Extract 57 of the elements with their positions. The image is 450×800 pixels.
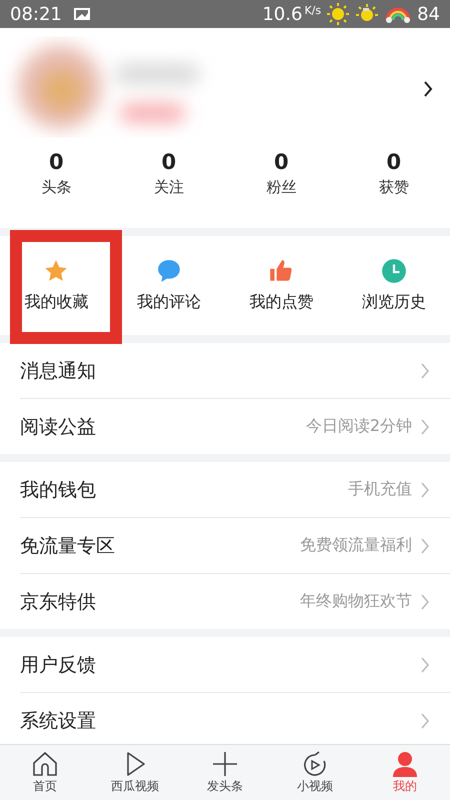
chevron-right-icon bbox=[420, 656, 430, 674]
chevron-right-icon bbox=[420, 362, 430, 380]
menu-row[interactable]: 阅读公益 今日阅读2分钟 bbox=[20, 399, 450, 454]
chevron-right-icon bbox=[420, 592, 430, 610]
menu-row[interactable]: 免流量专区 免费领流量福利 bbox=[20, 518, 450, 574]
menu-detail: 今日阅读2分钟 bbox=[306, 416, 412, 437]
battery-level: 84 bbox=[417, 4, 440, 24]
sun-icon bbox=[326, 3, 350, 25]
chevron-right-icon bbox=[420, 480, 430, 498]
menu-detail: 免费领流量福利 bbox=[300, 535, 412, 556]
menu-row[interactable]: 我的钱包 手机充值 bbox=[20, 462, 450, 518]
menu-label: 我的钱包 bbox=[20, 478, 96, 502]
shortcut-item[interactable]: 我的收藏 bbox=[0, 236, 112, 335]
shortcut-item[interactable]: 我的评论 bbox=[112, 236, 225, 335]
menu-label: 用户反馈 bbox=[20, 652, 96, 678]
image-icon bbox=[72, 7, 91, 21]
menu-detail: 年终购物狂欢节 bbox=[300, 591, 412, 612]
shortcut-item[interactable]: 浏览历史 bbox=[338, 236, 450, 335]
rainbow-icon bbox=[384, 5, 412, 23]
tab-item[interactable]: 首页 bbox=[0, 745, 90, 800]
menu-row[interactable]: 京东特供 年终购物狂欢节 bbox=[20, 574, 450, 629]
clock: 08:21 bbox=[10, 4, 62, 24]
menu-detail: 手机充值 bbox=[348, 479, 412, 500]
tab-item[interactable]: 西瓜视频 bbox=[90, 745, 180, 800]
tab-item[interactable]: 发头条 bbox=[180, 745, 270, 800]
stat-label[interactable]: 头条 bbox=[41, 178, 72, 197]
speech-bubble-icon bbox=[156, 258, 182, 284]
stat-count: 0 bbox=[48, 150, 64, 174]
menu-label: 京东特供 bbox=[20, 590, 96, 614]
menu-label: 阅读公益 bbox=[20, 414, 96, 440]
stat-label[interactable]: 获赞 bbox=[378, 178, 409, 197]
menu-row[interactable]: 用户反馈 bbox=[20, 637, 450, 693]
menu-row[interactable]: 消息通知 bbox=[20, 343, 450, 399]
home-icon bbox=[31, 750, 59, 776]
menu-row[interactable]: 系统设置 bbox=[20, 693, 450, 744]
tab-item[interactable]: 小视频 bbox=[270, 745, 360, 800]
stat-count: 0 bbox=[386, 150, 402, 174]
stat-count: 0 bbox=[274, 150, 289, 174]
person-icon bbox=[391, 750, 419, 776]
plus-icon bbox=[211, 750, 239, 776]
network-speed: 10.6 bbox=[262, 4, 302, 24]
menu-label: 消息通知 bbox=[20, 358, 96, 384]
stat-count: 0 bbox=[161, 150, 176, 174]
stat-label[interactable]: 关注 bbox=[154, 178, 184, 197]
speed-unit: K/s bbox=[304, 4, 322, 17]
chevron-right-icon bbox=[420, 536, 430, 554]
thumbs-up-icon bbox=[268, 258, 294, 284]
star-icon bbox=[43, 258, 70, 284]
chevron-right-icon bbox=[420, 712, 430, 730]
chevron-right-icon bbox=[420, 418, 430, 436]
menu-label: 系统设置 bbox=[20, 708, 96, 734]
menu-label: 免流量专区 bbox=[20, 534, 115, 558]
shortcut-item[interactable]: 我的点赞 bbox=[225, 236, 338, 335]
clock-icon bbox=[380, 258, 407, 284]
tab-item[interactable]: 我的 bbox=[360, 745, 450, 800]
stat-label[interactable]: 粉丝 bbox=[266, 178, 296, 197]
chevron-right-icon[interactable] bbox=[422, 79, 434, 99]
